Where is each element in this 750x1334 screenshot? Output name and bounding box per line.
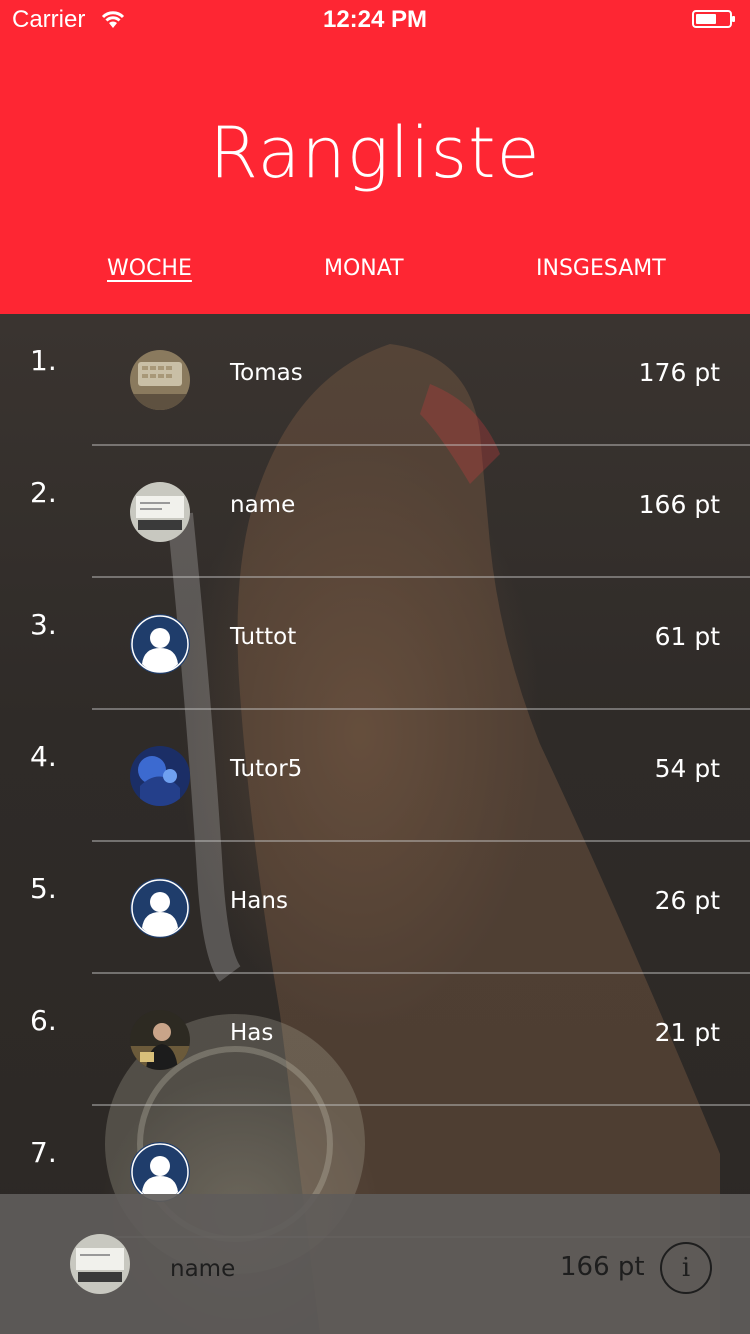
- avatar: [130, 746, 190, 806]
- page-title: Rangliste: [209, 112, 541, 194]
- user-points: 61 pt: [654, 622, 720, 651]
- rank-number: 1.: [30, 344, 57, 377]
- avatar: [130, 482, 190, 542]
- rank-number: 3.: [30, 608, 57, 641]
- status-bar: Carrier 12:24 PM: [0, 0, 750, 40]
- status-time: 12:24 PM: [322, 6, 428, 33]
- default-user-icon: [130, 1142, 190, 1202]
- user-name: Tomas: [230, 360, 303, 386]
- leaderboard-row[interactable]: 1. Tomas 176 pt: [0, 314, 750, 446]
- leaderboard-row[interactable]: 3. Tuttot 61 pt: [0, 578, 750, 710]
- default-user-icon: [130, 878, 190, 938]
- battery-icon: [692, 10, 735, 28]
- leaderboard-row[interactable]: 2. name 166 pt: [0, 446, 750, 578]
- current-user-points: 166 pt: [560, 1252, 645, 1282]
- user-points: 26 pt: [654, 886, 720, 915]
- leaderboard-list[interactable]: 1. Tomas 176 pt 2. name 166 pt 3. Tuttot 61 pt 4.…: [0, 314, 750, 1334]
- rank-number: 7.: [30, 1136, 57, 1169]
- user-points: 166 pt: [638, 490, 720, 519]
- info-button[interactable]: i: [660, 1242, 712, 1294]
- avatar: [130, 1010, 190, 1070]
- leaderboard-row[interactable]: 4. Tutor5 54 pt: [0, 710, 750, 842]
- tab-total[interactable]: INSGESAMT: [536, 256, 666, 281]
- rank-number: 2.: [30, 476, 57, 509]
- avatar: [70, 1234, 130, 1294]
- leaderboard-row[interactable]: 5. Hans 26 pt: [0, 842, 750, 974]
- rank-number: 4.: [30, 740, 57, 773]
- user-points: 54 pt: [654, 754, 720, 783]
- user-name: Tutor5: [230, 756, 303, 782]
- tab-week[interactable]: WOCHE: [107, 256, 192, 281]
- avatar: [130, 350, 190, 410]
- tab-month[interactable]: MONAT: [324, 256, 404, 281]
- user-points: 176 pt: [638, 358, 720, 387]
- user-name: Tuttot: [230, 624, 297, 650]
- current-user-bar[interactable]: name 166 pt i: [0, 1194, 750, 1334]
- rank-number: 5.: [30, 872, 57, 905]
- user-name: Has: [230, 1020, 274, 1046]
- header: Carrier 12:24 PM Rangliste WOCHE MONAT I…: [0, 0, 750, 314]
- current-user-name: name: [170, 1256, 236, 1282]
- user-points: 21 pt: [654, 1018, 720, 1047]
- rank-number: 6.: [30, 1004, 57, 1037]
- default-user-icon: [130, 614, 190, 674]
- user-name: name: [230, 492, 296, 518]
- leaderboard-row[interactable]: 6. Has 21 pt: [0, 974, 750, 1106]
- user-name: Hans: [230, 888, 288, 914]
